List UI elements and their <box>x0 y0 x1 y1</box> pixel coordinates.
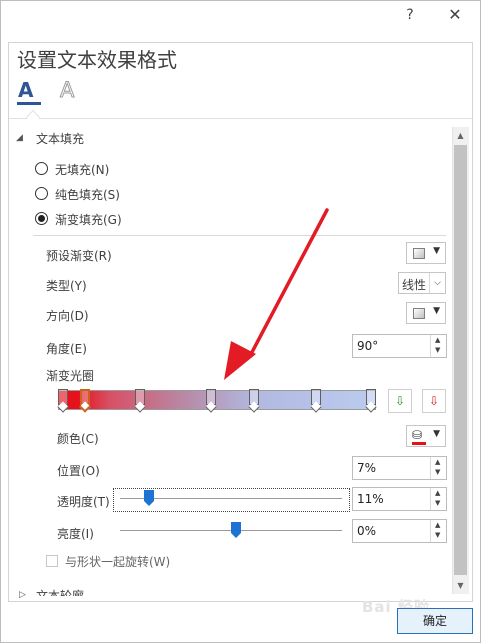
annotation-arrow <box>224 208 329 380</box>
arrow-head <box>224 341 256 380</box>
